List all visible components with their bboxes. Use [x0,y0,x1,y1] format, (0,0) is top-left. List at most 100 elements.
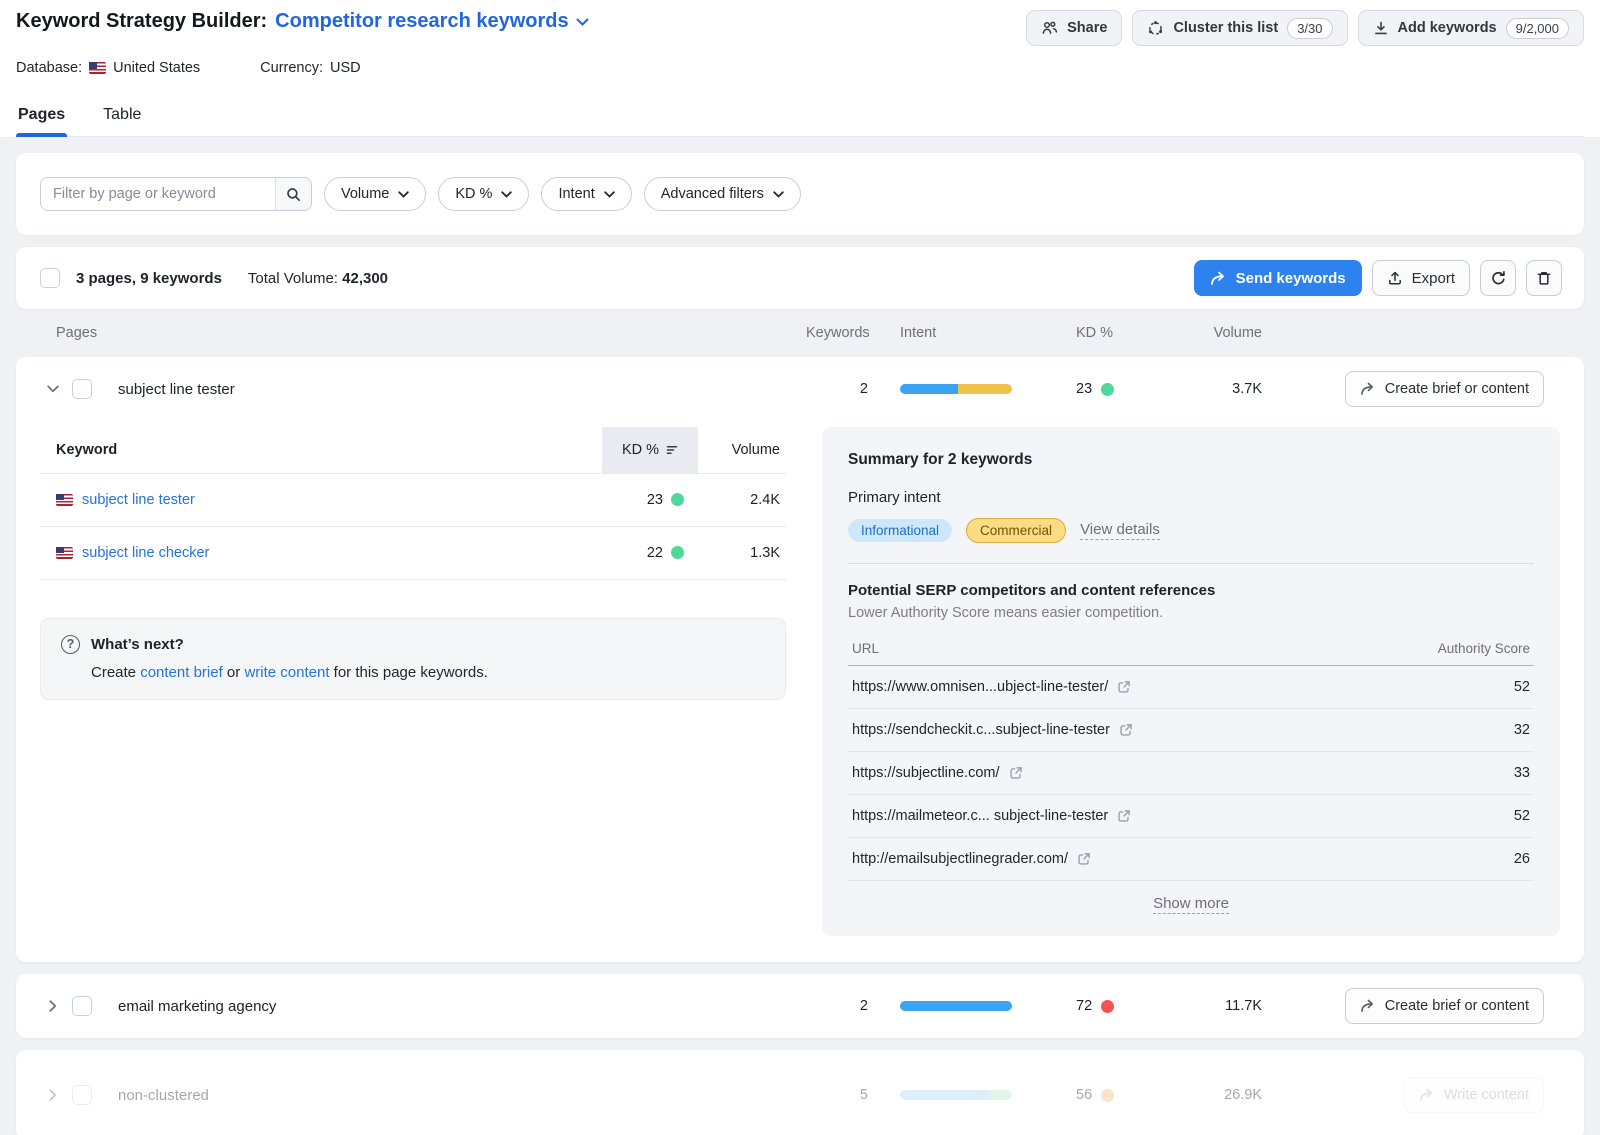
table-column-headers: Pages Keywords Intent KD % Volume [16,309,1584,357]
external-link-icon[interactable] [1117,809,1131,823]
summary-title: Summary for 2 keywords [848,451,1534,469]
volume-value: 11.7K [1152,998,1262,1014]
chevron-down-icon [501,191,512,198]
intent-bar [900,1090,1012,1100]
external-link-icon[interactable] [1119,723,1133,737]
column-intent: Intent [868,325,1044,341]
keyword-link[interactable]: subject line checker [82,545,209,561]
write-content-link[interactable]: write content [244,664,329,681]
kd-header-label: KD % [622,442,659,458]
competitor-row: https://sendcheckit.c...subject-line-tes… [848,709,1534,752]
refresh-button[interactable] [1480,260,1516,296]
page-card-email-marketing-agency: email marketing agency 2 72 11.7K Create… [16,974,1584,1038]
expand-row-button[interactable] [42,1084,64,1106]
authority-score-column-header: Authority Score [1357,635,1534,666]
divider [848,563,1534,564]
expand-row-button[interactable] [42,995,64,1017]
create-brief-or-content-button[interactable]: Create brief or content [1345,988,1544,1024]
chevron-down-icon [398,191,409,198]
search-icon [286,187,301,202]
main-content: Volume KD % Intent Advanced filters 3 pa… [0,137,1600,1135]
sort-descending-icon [666,445,678,455]
collapse-row-button[interactable] [42,378,64,400]
page-row: email marketing agency 2 72 11.7K Create… [16,974,1584,1038]
keyword-row: subject line checker 22 1.3K [40,526,786,579]
kd-dot [671,546,684,559]
currency-selector[interactable]: Currency: USD [260,60,360,76]
row-checkbox[interactable] [72,1085,92,1105]
column-kd: KD % [1044,325,1152,341]
competitor-url: https://sendcheckit.c...subject-line-tes… [852,722,1110,738]
authority-score: 52 [1357,666,1534,709]
keyword-kd-value: 22 [647,545,663,561]
authority-score: 26 [1357,838,1534,881]
search-button[interactable] [275,178,311,210]
list-name[interactable]: Competitor research keywords [275,10,568,33]
keywords-count-badge: 9/2,000 [1506,18,1569,39]
kd-column-header[interactable]: KD % [602,427,698,473]
column-pages: Pages [42,325,806,341]
external-link-icon[interactable] [1009,766,1023,780]
whats-next-title: What’s next? [91,636,184,653]
list-picker[interactable]: Competitor research keywords [275,10,588,33]
kd-cell: 23 [1044,381,1152,397]
keyword-volume: 1.3K [698,526,786,579]
view-details-link[interactable]: View details [1080,521,1160,540]
show-more-link[interactable]: Show more [1153,895,1229,914]
tab-pages[interactable]: Pages [16,100,67,136]
chevron-down-icon [576,18,589,26]
kd-filter-dropdown[interactable]: KD % [438,177,529,211]
authority-score: 32 [1357,709,1534,752]
us-flag-icon [89,62,106,74]
keywords-count: 2 [806,998,868,1014]
add-keywords-button[interactable]: Add keywords 9/2,000 [1358,10,1584,46]
action-label: Write content [1444,1087,1529,1103]
informational-intent-badge: Informational [848,519,952,542]
competitor-row: https://mailmeteor.c... subject-line-tes… [848,795,1534,838]
page-detail: Keyword KD % Volume [16,421,1584,962]
serp-competitors-subtitle: Lower Authority Score means easier compe… [848,605,1534,621]
intent-filter-label: Intent [558,186,594,202]
row-checkbox[interactable] [72,996,92,1016]
page-header: Keyword Strategy Builder: Competitor res… [0,0,1600,137]
send-keywords-button[interactable]: Send keywords [1194,260,1362,296]
export-button[interactable]: Export [1372,260,1470,296]
row-checkbox[interactable] [72,379,92,399]
external-link-icon[interactable] [1117,680,1131,694]
share-button[interactable]: Share [1026,10,1122,46]
page-card-non-clustered: non-clustered 5 56 26.9K Write content [16,1050,1584,1135]
filter-bar: Volume KD % Intent Advanced filters [16,153,1584,235]
chevron-down-icon [773,191,784,198]
competitor-url: https://subjectline.com/ [852,765,1000,781]
create-brief-or-content-button[interactable]: Create brief or content [1345,371,1544,407]
cluster-icon [1147,20,1164,37]
summary-panel: Summary for 2 keywords Primary intent In… [822,427,1560,936]
selection-summary: 3 pages, 9 keywords [76,270,222,287]
primary-intent-label: Primary intent [848,489,1534,506]
volume-filter-dropdown[interactable]: Volume [324,177,426,211]
delete-button[interactable] [1526,260,1562,296]
page-card-subject-line-tester: subject line tester 2 23 3.7K Create bri… [16,357,1584,962]
kd-dot [1101,1089,1114,1102]
cluster-this-list-button[interactable]: Cluster this list 3/30 [1132,10,1347,46]
column-volume: Volume [1152,325,1262,341]
page-name: subject line tester [118,381,806,398]
volume-column-header[interactable]: Volume [698,427,786,473]
external-link-icon[interactable] [1077,852,1091,866]
whats-next-text: Create content brief or write content fo… [91,664,765,681]
question-circle-icon: ? [61,635,80,654]
content-brief-link[interactable]: content brief [140,664,223,681]
url-column-header: URL [848,635,1357,666]
search-input[interactable] [41,178,275,210]
tab-table[interactable]: Table [101,100,143,136]
database-value: United States [113,60,200,76]
us-flag-icon [56,494,73,506]
keyword-link[interactable]: subject line tester [82,492,195,508]
keywords-count: 5 [806,1087,868,1103]
advanced-filters-dropdown[interactable]: Advanced filters [644,177,801,211]
keyword-row: subject line tester 23 2.4K [40,473,786,526]
database-selector[interactable]: Database: United States [16,60,200,76]
select-all-checkbox[interactable] [40,268,60,288]
write-content-button[interactable]: Write content [1404,1077,1544,1113]
intent-filter-dropdown[interactable]: Intent [541,177,631,211]
